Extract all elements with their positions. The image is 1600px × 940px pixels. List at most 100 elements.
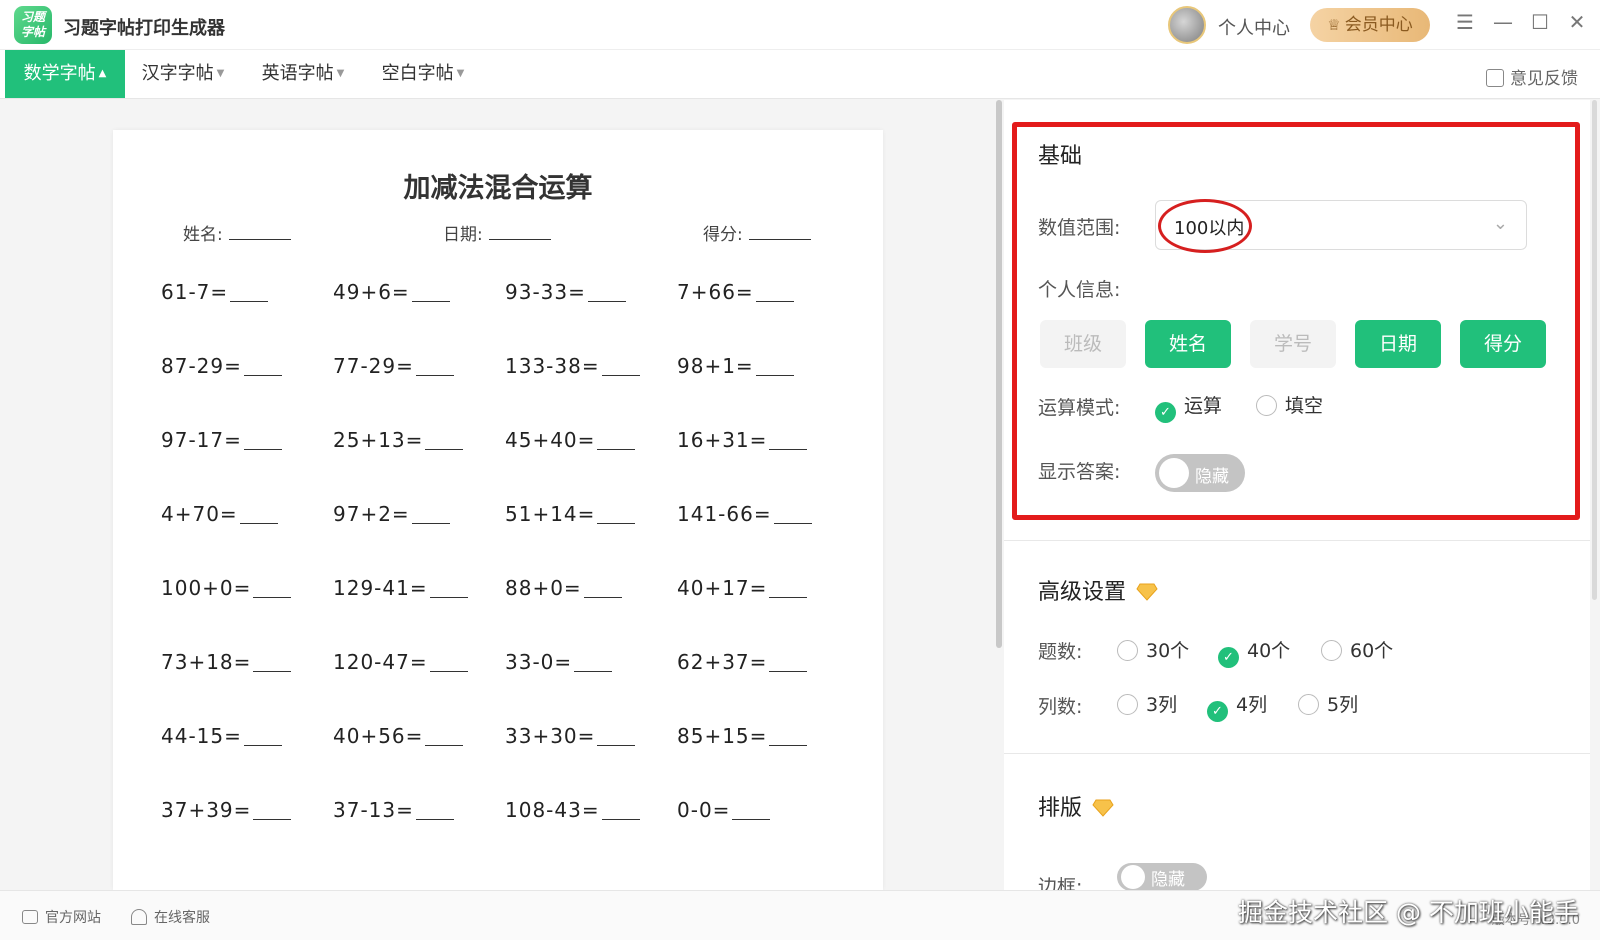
problem-expression: 49+6= bbox=[333, 280, 410, 304]
cols-option-4[interactable]: ✓ 4列 bbox=[1207, 690, 1267, 722]
problem-expression: 7+66= bbox=[677, 280, 754, 304]
nav-tab-blank[interactable]: 空白字帖 ▼ bbox=[368, 50, 478, 98]
preview-scrollbar[interactable] bbox=[996, 100, 1002, 648]
radio-icon bbox=[1117, 640, 1138, 661]
problem-item: 88+0= bbox=[505, 576, 677, 650]
answer-blank bbox=[243, 432, 282, 450]
problem-item: 87-29= bbox=[161, 354, 333, 428]
answer-blank bbox=[769, 728, 808, 746]
answer-blank bbox=[253, 802, 292, 820]
count-option-30[interactable]: 30个 bbox=[1117, 636, 1189, 663]
cols-option-label: 4列 bbox=[1236, 694, 1268, 716]
website-label: 官方网站 bbox=[45, 910, 101, 926]
check-icon: ✓ bbox=[1155, 402, 1176, 423]
problem-expression: 97+2= bbox=[333, 502, 410, 526]
nav-tab-english[interactable]: 英语字帖 ▼ bbox=[248, 50, 358, 98]
problem-expression: 85+15= bbox=[677, 724, 768, 748]
problem-item: 62+37= bbox=[677, 650, 849, 724]
mode-option-fill[interactable]: 填空 bbox=[1256, 391, 1323, 418]
menu-icon[interactable]: ☰ bbox=[1452, 10, 1478, 34]
count-option-label: 60个 bbox=[1350, 640, 1394, 662]
problem-item: 61-7= bbox=[161, 280, 333, 354]
border-toggle[interactable]: 隐藏 bbox=[1117, 863, 1207, 891]
problem-item: 33-0= bbox=[505, 650, 677, 724]
feedback-link[interactable]: 意见反馈 bbox=[1486, 64, 1578, 89]
info-chip[interactable]: 日期 bbox=[1355, 320, 1441, 368]
caret-down-icon: ▼ bbox=[336, 68, 345, 79]
problem-expression: 25+13= bbox=[333, 428, 424, 452]
title-bar: 习题 字帖 习题字帖打印生成器 个人中心 ♕ 会员中心 ☰ — ☐ ✕ bbox=[0, 0, 1600, 50]
answer-blank bbox=[597, 432, 636, 450]
advanced-section-title: 高级设置 bbox=[1038, 574, 1158, 606]
info-chip[interactable]: 姓名 bbox=[1145, 320, 1231, 368]
user-center-link[interactable]: 个人中心 bbox=[1218, 14, 1290, 40]
problem-expression: 120-47= bbox=[333, 650, 428, 674]
nav-tab-math[interactable]: 数学字帖 ▲ bbox=[5, 50, 125, 98]
nav-tab-label: 汉字字帖 bbox=[141, 63, 214, 84]
name-label: 姓名: bbox=[183, 225, 223, 245]
website-link[interactable]: 官方网站 bbox=[22, 907, 101, 927]
problem-expression: 37+39= bbox=[161, 798, 252, 822]
vip-center-button[interactable]: ♕ 会员中心 bbox=[1310, 8, 1430, 42]
problem-item: 100+0= bbox=[161, 576, 333, 650]
close-icon[interactable]: ✕ bbox=[1564, 10, 1590, 34]
problem-expression: 4+70= bbox=[161, 502, 238, 526]
range-select-value: 100以内 bbox=[1174, 218, 1245, 239]
service-link[interactable]: 在线客服 bbox=[131, 907, 210, 927]
worksheet-preview: 加减法混合运算 姓名: 日期: 得分: 61-7= 49+6= 93-33= 7+66… bbox=[113, 130, 883, 890]
problem-item: 129-41= bbox=[333, 576, 505, 650]
layout-section-title: 排版 bbox=[1038, 790, 1114, 822]
answer-blank bbox=[574, 654, 613, 672]
maximize-icon[interactable]: ☐ bbox=[1527, 10, 1553, 34]
cols-option-label: 3列 bbox=[1146, 694, 1178, 716]
answer-blank bbox=[755, 358, 794, 376]
toggle-knob bbox=[1159, 458, 1189, 488]
user-avatar[interactable] bbox=[1168, 6, 1206, 44]
range-select[interactable]: 100以内 ⌄ bbox=[1155, 199, 1527, 253]
app-logo: 习题 字帖 bbox=[14, 6, 52, 44]
cols-option-5[interactable]: 5列 bbox=[1298, 690, 1358, 717]
problem-item: 16+31= bbox=[677, 428, 849, 502]
problem-expression: 62+37= bbox=[677, 650, 768, 674]
answer-blank bbox=[239, 506, 278, 524]
answer-blank bbox=[583, 580, 622, 598]
problem-item: 133-38= bbox=[505, 354, 677, 428]
caret-down-icon: ▼ bbox=[216, 68, 225, 79]
problem-expression: 37-13= bbox=[333, 798, 414, 822]
radio-icon bbox=[1321, 640, 1342, 661]
section-divider bbox=[1004, 540, 1590, 541]
basic-section-title: 基础 bbox=[1038, 144, 1083, 169]
check-icon: ✓ bbox=[1218, 647, 1239, 668]
info-chip[interactable]: 班级 bbox=[1040, 320, 1126, 368]
answer-blank bbox=[769, 654, 808, 672]
cols-option-3[interactable]: 3列 bbox=[1117, 690, 1177, 717]
problem-item: 37-13= bbox=[333, 798, 505, 872]
answer-blank bbox=[769, 580, 808, 598]
problem-expression: 33+30= bbox=[505, 724, 596, 748]
name-field: 姓名: bbox=[183, 220, 291, 245]
info-chip[interactable]: 学号 bbox=[1250, 320, 1336, 368]
radio-icon bbox=[1117, 694, 1138, 715]
date-label: 日期: bbox=[443, 225, 483, 245]
problem-item: 49+6= bbox=[333, 280, 505, 354]
count-option-60[interactable]: 60个 bbox=[1321, 636, 1393, 663]
count-option-40[interactable]: ✓ 40个 bbox=[1218, 636, 1290, 668]
answer-blank bbox=[411, 284, 450, 302]
answer-blank bbox=[253, 654, 292, 672]
answer-blank bbox=[415, 802, 454, 820]
problem-item: 73+18= bbox=[161, 650, 333, 724]
mode-option-calc[interactable]: ✓ 运算 bbox=[1155, 391, 1222, 423]
problem-expression: 73+18= bbox=[161, 650, 252, 674]
info-chip[interactable]: 得分 bbox=[1460, 320, 1546, 368]
mode-option-label: 运算 bbox=[1184, 395, 1223, 417]
minimize-icon[interactable]: — bbox=[1490, 10, 1516, 34]
mode-label: 运算模式: bbox=[1038, 397, 1121, 419]
settings-scrollbar[interactable] bbox=[1592, 100, 1597, 600]
nav-tab-label: 数学字帖 bbox=[23, 63, 96, 84]
nav-tab-chinese[interactable]: 汉字字帖 ▼ bbox=[128, 50, 238, 98]
app-title: 习题字帖打印生成器 bbox=[63, 18, 225, 39]
vip-center-label: 会员中心 bbox=[1344, 15, 1413, 35]
answer-toggle[interactable]: 隐藏 bbox=[1155, 454, 1245, 492]
answer-blank bbox=[601, 358, 640, 376]
problem-expression: 77-29= bbox=[333, 354, 414, 378]
